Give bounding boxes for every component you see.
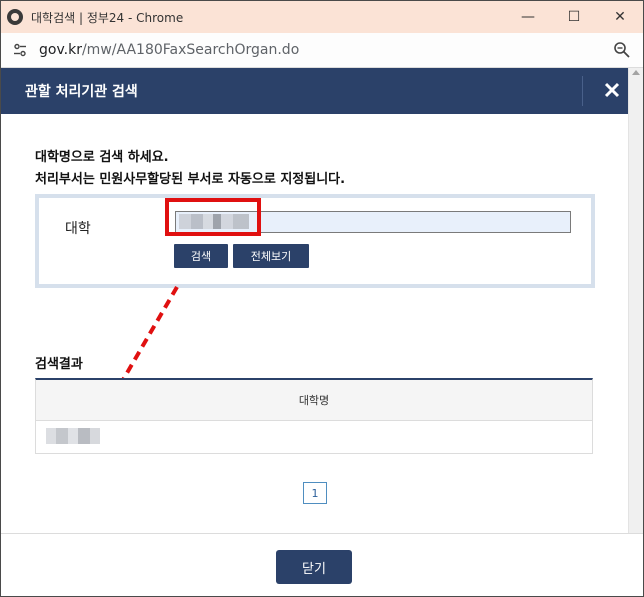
gov24-app-icon	[7, 9, 23, 25]
page-number-button[interactable]: 1	[303, 482, 327, 504]
address-bar[interactable]: gov.kr/mw/AA180FaxSearchOrgan.do	[1, 33, 643, 68]
search-button[interactable]: 검색	[174, 244, 228, 268]
url-text[interactable]: gov.kr/mw/AA180FaxSearchOrgan.do	[39, 42, 299, 58]
red-highlight-box	[165, 198, 261, 236]
search-panel: 대학 검색 전체보기	[35, 194, 595, 288]
popup-title: 관할 처리기관 검색	[25, 84, 138, 100]
window-controls: — ☐ ✕	[505, 1, 643, 33]
popup-close-icon[interactable]	[599, 77, 625, 103]
results-title: 검색결과	[35, 357, 83, 372]
vertical-scrollbar[interactable]	[628, 68, 643, 533]
window-title: 대학검색 | 정부24 - Chrome	[31, 10, 184, 25]
close-button[interactable]: 닫기	[276, 550, 352, 584]
results-table: 대학명	[35, 378, 593, 454]
column-header-university-name: 대학명	[36, 380, 592, 421]
footer-divider	[1, 533, 643, 534]
browser-window: 대학검색 | 정부24 - Chrome — ☐ ✕ gov.kr/mw/AA1…	[0, 0, 644, 597]
scroll-up-arrow-icon[interactable]	[632, 70, 640, 75]
university-label: 대학	[65, 221, 91, 237]
site-settings-icon[interactable]	[11, 41, 29, 59]
minimize-button[interactable]: —	[505, 1, 551, 33]
instruction-line-1: 대학명으로 검색 하세요.	[35, 150, 169, 165]
window-close-button[interactable]: ✕	[597, 1, 643, 33]
popup-header: 관할 처리기관 검색	[1, 68, 643, 114]
table-row[interactable]	[46, 428, 100, 444]
zoom-icon[interactable]	[613, 41, 631, 59]
view-all-button[interactable]: 전체보기	[233, 244, 309, 268]
maximize-button[interactable]: ☐	[551, 1, 597, 33]
url-host: gov.kr	[39, 42, 82, 58]
instruction-line-2: 처리부서는 민원사무할당된 부서로 자동으로 지정됩니다.	[35, 172, 346, 187]
url-path: /mw/AA180FaxSearchOrgan.do	[81, 42, 300, 58]
header-divider	[582, 76, 583, 106]
title-bar: 대학검색 | 정부24 - Chrome — ☐ ✕	[1, 1, 643, 33]
